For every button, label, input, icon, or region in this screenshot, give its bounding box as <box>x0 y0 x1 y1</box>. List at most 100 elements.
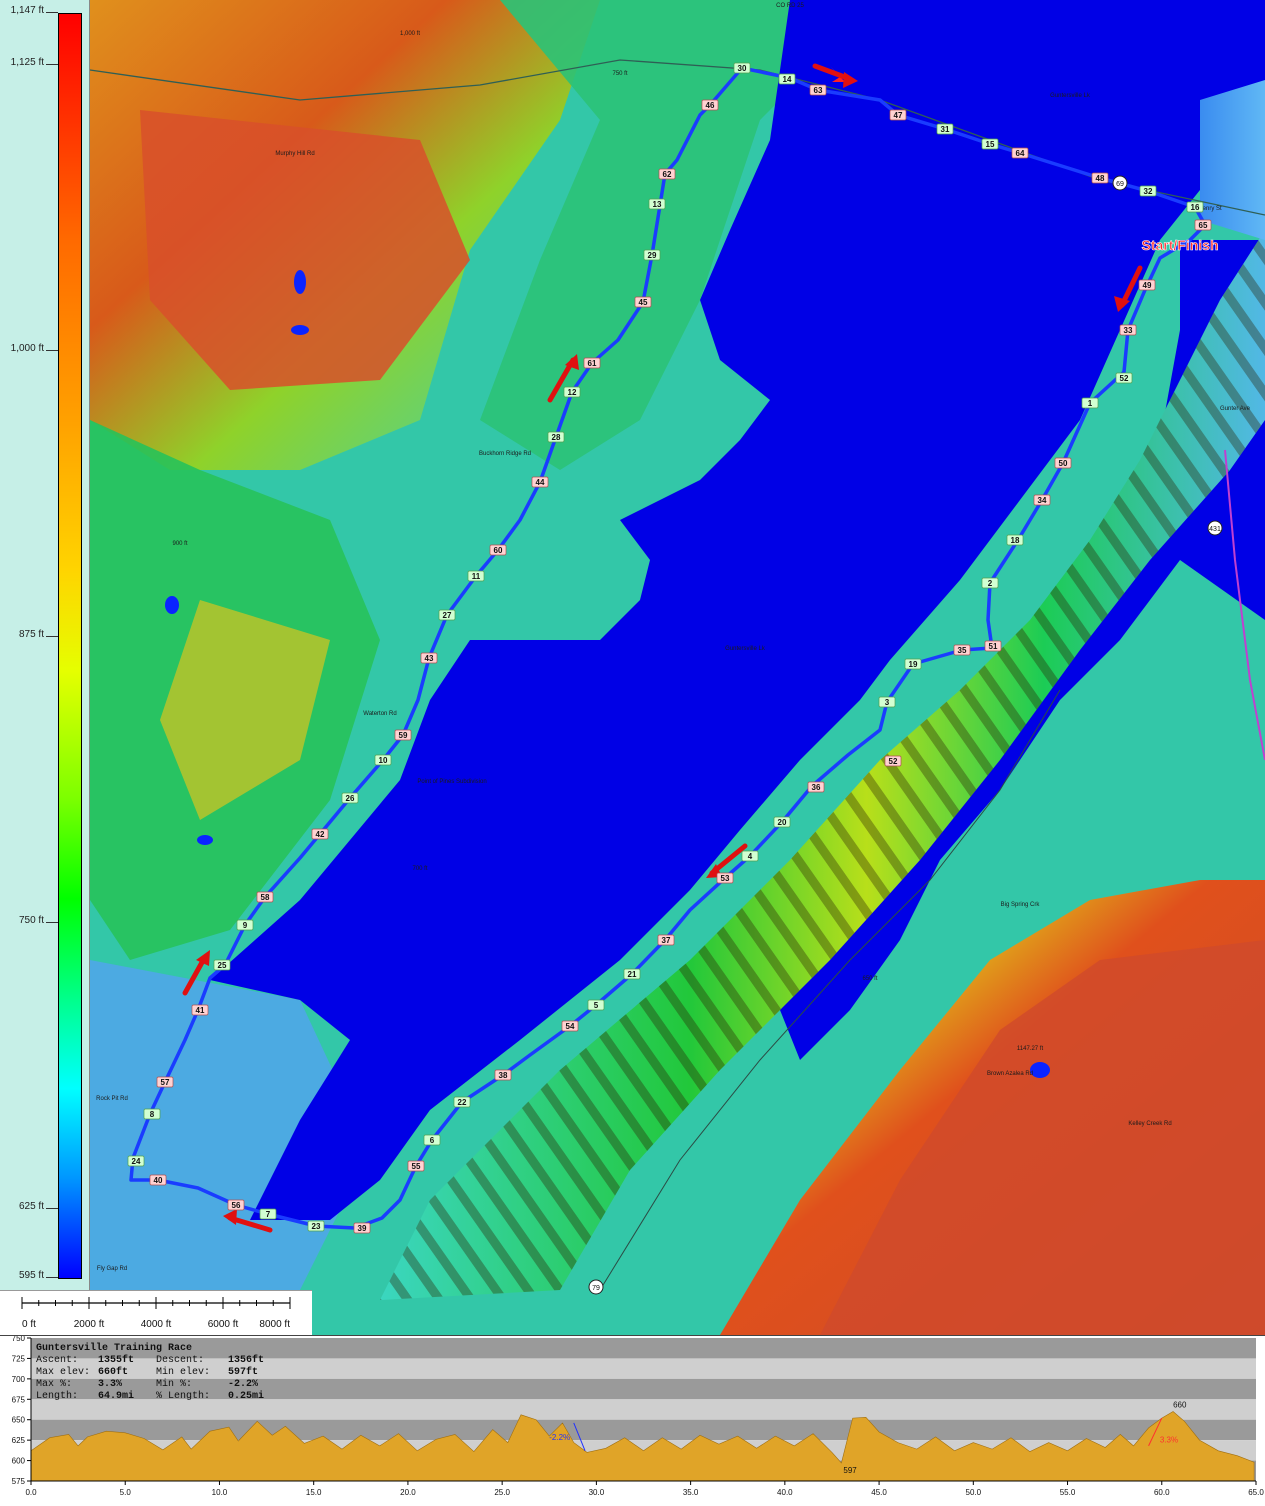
place-label: Guntersville Lk <box>725 646 766 652</box>
checkpoint-number: 30 <box>738 64 747 73</box>
checkpoint-marker[interactable]: 59 <box>394 729 412 741</box>
checkpoint-number: 28 <box>552 433 561 442</box>
checkpoint-marker[interactable]: 2 <box>981 577 999 589</box>
route-title: Guntersville Training Race <box>36 1343 193 1354</box>
checkpoint-number: 45 <box>639 298 648 307</box>
checkpoint-marker[interactable]: 31 <box>936 123 954 135</box>
checkpoint-marker[interactable]: 29 <box>643 249 661 261</box>
checkpoint-marker[interactable]: 34 <box>1033 494 1051 506</box>
checkpoint-marker[interactable]: 47 <box>889 109 907 121</box>
checkpoint-marker[interactable]: 20 <box>773 816 791 828</box>
pond <box>165 596 179 614</box>
checkpoint-number: 38 <box>499 1071 508 1080</box>
x-tick-label: 65.0 <box>1248 1488 1264 1497</box>
checkpoint-marker[interactable]: 61 <box>583 357 601 369</box>
checkpoint-marker[interactable]: 36 <box>807 781 825 793</box>
x-tick-label: 5.0 <box>120 1488 132 1497</box>
checkpoint-number: 2 <box>988 579 993 588</box>
checkpoint-number: 51 <box>989 642 998 651</box>
checkpoint-marker[interactable]: 58 <box>256 891 274 903</box>
checkpoint-marker[interactable]: 50 <box>1054 457 1072 469</box>
checkpoint-marker[interactable]: 10 <box>374 754 392 766</box>
checkpoint-marker[interactable]: 24 <box>127 1155 145 1167</box>
checkpoint-marker[interactable]: 25 <box>213 959 231 971</box>
checkpoint-marker[interactable]: 48 <box>1091 172 1109 184</box>
elevation-profile[interactable]: 750 725 700 675 650 625 600 575 0.0 5.0 10.0 15.0 2… <box>0 1334 1265 1501</box>
checkpoint-marker[interactable]: 53 <box>716 872 734 884</box>
checkpoint-marker[interactable]: 26 <box>341 792 359 804</box>
checkpoint-marker[interactable]: 11 <box>467 570 485 582</box>
checkpoint-marker[interactable]: 6 <box>423 1134 441 1146</box>
max-pct-value: 3.3% <box>98 1379 123 1390</box>
scale-label: 2000 ft <box>74 1319 105 1330</box>
x-tick-label: 45.0 <box>871 1488 887 1497</box>
checkpoint-marker[interactable]: 27 <box>438 609 456 621</box>
place-label: 650 ft <box>862 976 877 982</box>
checkpoint-marker[interactable]: 28 <box>547 431 565 443</box>
map-canvas[interactable]: Start/Finish CO RD 256943179Henry StGunt… <box>0 0 1265 1335</box>
legend-label: 875 ft <box>18 629 44 640</box>
elevation-map[interactable]: Start/Finish CO RD 25 69 431 79 Henry St Gunt… <box>0 0 1265 1335</box>
checkpoint-marker[interactable]: 57 <box>156 1076 174 1088</box>
checkpoint-marker[interactable]: 52 <box>1115 372 1133 384</box>
checkpoint-marker[interactable]: 21 <box>623 968 641 980</box>
checkpoint-number: 64 <box>1016 149 1025 158</box>
place-label: Buckhorn Ridge Rd <box>479 451 531 457</box>
checkpoint-marker[interactable]: 4 <box>741 850 759 862</box>
pond <box>294 270 306 294</box>
y-tick-label: 700 <box>12 1375 26 1384</box>
checkpoint-marker[interactable]: 12 <box>563 386 581 398</box>
checkpoint-marker[interactable]: 8 <box>143 1108 161 1120</box>
checkpoint-number: 56 <box>232 1201 241 1210</box>
checkpoint-marker[interactable]: 60 <box>489 544 507 556</box>
checkpoint-marker[interactable]: 33 <box>1119 324 1137 336</box>
checkpoint-marker[interactable]: 5 <box>587 999 605 1011</box>
checkpoint-marker[interactable]: 1 <box>1081 397 1099 409</box>
checkpoint-marker[interactable]: 55 <box>407 1160 425 1172</box>
checkpoint-marker[interactable]: 41 <box>191 1004 209 1016</box>
checkpoint-marker[interactable]: 38 <box>494 1069 512 1081</box>
checkpoint-marker[interactable]: 7 <box>259 1208 277 1220</box>
checkpoint-marker[interactable]: 42 <box>311 828 329 840</box>
checkpoint-marker[interactable]: 23 <box>307 1220 325 1232</box>
checkpoint-marker[interactable]: 44 <box>531 476 549 488</box>
checkpoint-marker[interactable]: 54 <box>561 1020 579 1032</box>
checkpoint-marker[interactable]: 37 <box>657 934 675 946</box>
checkpoint-marker[interactable]: 19 <box>904 658 922 670</box>
checkpoint-marker[interactable]: 22 <box>453 1096 471 1108</box>
checkpoint-marker[interactable]: 9 <box>236 919 254 931</box>
checkpoint-number: 60 <box>494 546 503 555</box>
checkpoint-marker[interactable]: 32 <box>1139 185 1157 197</box>
checkpoint-marker[interactable]: 43 <box>420 652 438 664</box>
checkpoint-number: 62 <box>663 170 672 179</box>
checkpoint-marker[interactable]: 49 <box>1138 279 1156 291</box>
checkpoint-marker[interactable]: 46 <box>701 99 719 111</box>
checkpoint-marker[interactable]: 35 <box>953 644 971 656</box>
pond <box>291 325 309 335</box>
checkpoint-marker[interactable]: 51 <box>984 640 1002 652</box>
start-finish-label: Start/Finish <box>1141 237 1218 253</box>
checkpoint-marker[interactable]: 52 <box>884 755 902 767</box>
checkpoint-marker[interactable]: 56 <box>227 1199 245 1211</box>
checkpoint-marker[interactable]: 18 <box>1006 534 1024 546</box>
checkpoint-marker[interactable]: 45 <box>634 296 652 308</box>
checkpoint-marker[interactable]: 14 <box>778 73 796 85</box>
checkpoint-marker[interactable]: 40 <box>149 1174 167 1186</box>
checkpoint-number: 40 <box>154 1176 163 1185</box>
min-grade-label: -2.2% <box>549 1433 570 1442</box>
checkpoint-marker[interactable]: 65 <box>1194 219 1212 231</box>
checkpoint-marker[interactable]: 30 <box>733 62 751 74</box>
checkpoint-marker[interactable]: 62 <box>658 168 676 180</box>
scale-label: 4000 ft <box>141 1319 172 1330</box>
checkpoint-marker[interactable]: 39 <box>353 1222 371 1234</box>
checkpoint-marker[interactable]: 16 <box>1186 201 1204 213</box>
checkpoint-marker[interactable]: 3 <box>878 696 896 708</box>
checkpoint-marker[interactable]: 15 <box>981 138 999 150</box>
checkpoint-number: 24 <box>132 1157 141 1166</box>
checkpoint-marker[interactable]: 64 <box>1011 147 1029 159</box>
min-elev-label: Min elev: <box>156 1367 211 1378</box>
y-tick-label: 575 <box>12 1477 26 1486</box>
checkpoint-number: 15 <box>986 140 995 149</box>
checkpoint-marker[interactable]: 13 <box>648 198 666 210</box>
checkpoint-marker[interactable]: 63 <box>809 84 827 96</box>
